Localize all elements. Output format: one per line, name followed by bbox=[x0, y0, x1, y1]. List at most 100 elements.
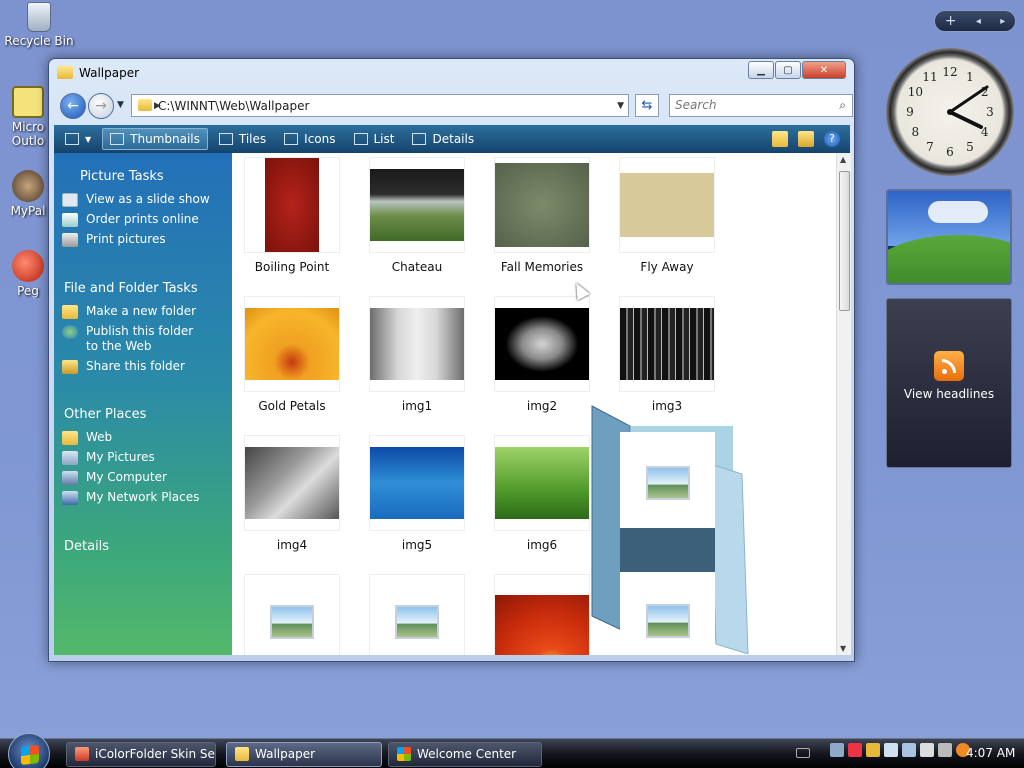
thumbnail-label: img4 bbox=[276, 538, 308, 552]
details-title[interactable]: Details bbox=[54, 539, 232, 554]
tiles-view-button[interactable]: Tiles bbox=[212, 128, 273, 150]
view-headlines-label[interactable]: View headlines bbox=[887, 387, 1011, 401]
details-view-button[interactable]: Details bbox=[405, 128, 481, 150]
make-new-folder-link[interactable]: Make a new folder bbox=[54, 304, 232, 319]
picture-tasks-title[interactable]: Picture Tasks bbox=[54, 169, 232, 184]
thumbnail-item[interactable] bbox=[244, 574, 340, 655]
thumbnail-frame bbox=[494, 574, 590, 655]
thumbnail-item[interactable]: img2 bbox=[494, 296, 590, 413]
thumbnail-item[interactable]: Gold Petals bbox=[244, 296, 340, 413]
language-tray-icon[interactable] bbox=[938, 743, 952, 757]
image-file-icon bbox=[646, 466, 690, 500]
scroll-down-icon[interactable]: ▼ bbox=[840, 644, 846, 653]
share-folder-icon bbox=[62, 360, 78, 374]
scroll-up-icon[interactable]: ▲ bbox=[840, 155, 846, 164]
thumbnail-item[interactable]: Fall Memories bbox=[494, 157, 590, 274]
toolbar-right-group: ? bbox=[772, 131, 850, 147]
slideshow-gadget[interactable] bbox=[886, 189, 1012, 285]
order-prints-label: Order prints online bbox=[86, 212, 199, 226]
my-network-places-link[interactable]: My Network Places bbox=[54, 490, 232, 505]
search-input[interactable]: Search ⌕ bbox=[669, 94, 853, 117]
folder-tray-icon[interactable] bbox=[866, 743, 880, 757]
window-tray-icon[interactable] bbox=[902, 743, 916, 757]
thumbnails-view-button[interactable]: Thumbnails bbox=[102, 128, 208, 150]
maximize-button[interactable]: ▢ bbox=[775, 61, 801, 79]
close-button[interactable]: ✕ bbox=[802, 61, 846, 79]
rss-icon bbox=[934, 351, 964, 381]
my-network-places-label: My Network Places bbox=[86, 490, 200, 504]
clock-gadget[interactable]: 12 1 2 3 4 5 6 7 8 9 10 11 bbox=[886, 48, 1014, 176]
thumbnail-frame bbox=[494, 435, 590, 531]
search-icon[interactable]: ⌕ bbox=[839, 95, 846, 116]
order-prints-link[interactable]: Order prints online bbox=[54, 212, 232, 227]
desktop-icon-recycle-bin[interactable]: Recycle Bin bbox=[1, 2, 77, 48]
back-button[interactable]: ← bbox=[60, 93, 86, 119]
taskbar-item-label: iColorFolder Skin Sel... bbox=[95, 747, 215, 761]
thumbnail-item[interactable]: Chateau bbox=[369, 157, 465, 274]
clock-hands bbox=[947, 85, 989, 129]
taskbar-clock[interactable]: 4:07 AM bbox=[966, 746, 1015, 760]
file-folder-tasks-section: File and Folder Tasks Make a new folder … bbox=[54, 281, 232, 379]
thumbnail-frame bbox=[369, 157, 465, 253]
fall-memories-image bbox=[495, 163, 589, 247]
slide-show-link[interactable]: View as a slide show bbox=[54, 192, 232, 207]
recent-pages-dropdown-icon[interactable]: ▼ bbox=[117, 100, 124, 110]
thumbnail-item[interactable]: Fly Away bbox=[619, 157, 715, 274]
prev-gadget-icon[interactable]: ◂ bbox=[976, 16, 981, 27]
feed-headlines-gadget[interactable]: View headlines bbox=[886, 298, 1012, 468]
start-button[interactable] bbox=[8, 733, 50, 768]
thumbnail-item[interactable] bbox=[369, 574, 465, 655]
keyboard-icon[interactable] bbox=[796, 748, 810, 758]
slideshow-hill bbox=[888, 235, 1010, 283]
views-menu-button[interactable]: ▼ bbox=[58, 128, 98, 150]
thumbnail-item[interactable]: img1 bbox=[369, 296, 465, 413]
publish-folder-link[interactable]: Publish this folder to the Web bbox=[54, 324, 232, 354]
address-field[interactable]: ▶ C:\WINNT\Web\Wallpaper ▼ bbox=[131, 94, 629, 117]
network-tray-icon[interactable] bbox=[830, 743, 844, 757]
share-folder-link[interactable]: Share this folder bbox=[54, 359, 232, 374]
next-gadget-icon[interactable]: ▸ bbox=[1000, 16, 1005, 27]
breadcrumb-arrow-icon[interactable]: ▶ bbox=[154, 101, 161, 111]
taskbar: iColorFolder Skin Sel... Wallpaper Welco… bbox=[0, 733, 1024, 768]
slideshow-cloud bbox=[928, 201, 988, 223]
thumbnail-item[interactable]: img4 bbox=[244, 435, 340, 552]
help-icon[interactable]: ? bbox=[824, 131, 840, 147]
icons-view-button[interactable]: Icons bbox=[277, 128, 342, 150]
display-tray-icon[interactable] bbox=[884, 743, 898, 757]
minimize-button[interactable]: ▁ bbox=[748, 61, 774, 79]
thumbnail-item[interactable]: img5 bbox=[369, 435, 465, 552]
title-bar[interactable]: Wallpaper ▁ ▢ ✕ bbox=[49, 59, 854, 87]
folder-options-icon[interactable] bbox=[798, 131, 814, 147]
thumbnail-item[interactable] bbox=[494, 574, 590, 655]
image-file-icon bbox=[395, 605, 439, 639]
details-icon bbox=[412, 133, 427, 145]
taskbar-item-welcome-center[interactable]: Welcome Center bbox=[388, 742, 542, 767]
forward-button[interactable]: → bbox=[88, 93, 114, 119]
my-computer-link[interactable]: My Computer bbox=[54, 470, 232, 485]
thumbnail-frame bbox=[244, 574, 340, 655]
taskbar-item-label: Welcome Center bbox=[417, 747, 517, 761]
thumbnail-item[interactable]: img3 bbox=[619, 296, 715, 413]
web-link[interactable]: Web bbox=[54, 430, 232, 445]
add-gadget-icon[interactable]: + bbox=[945, 13, 957, 29]
thumbnail-label: img2 bbox=[526, 399, 558, 413]
volume-tray-icon[interactable] bbox=[920, 743, 934, 757]
back-arrow-icon: ← bbox=[67, 98, 79, 114]
file-folder-tasks-title[interactable]: File and Folder Tasks bbox=[54, 281, 232, 296]
vertical-scrollbar[interactable]: ▲ ▼ bbox=[836, 153, 851, 655]
my-pictures-link[interactable]: My Pictures bbox=[54, 450, 232, 465]
other-places-title[interactable]: Other Places bbox=[54, 407, 232, 422]
address-dropdown-icon[interactable]: ▼ bbox=[617, 101, 624, 111]
scrollbar-thumb[interactable] bbox=[839, 171, 850, 311]
thumbnail-item[interactable]: img6 bbox=[494, 435, 590, 552]
new-folder-icon[interactable] bbox=[772, 131, 788, 147]
print-pictures-link[interactable]: Print pictures bbox=[54, 232, 232, 247]
taskbar-item-wallpaper[interactable]: Wallpaper bbox=[226, 742, 382, 767]
my-pictures-label: My Pictures bbox=[86, 450, 155, 464]
thumbnail-item[interactable]: Boiling Point bbox=[244, 157, 340, 274]
refresh-button[interactable]: ⇆ bbox=[635, 94, 659, 117]
thumbnail-frame bbox=[494, 157, 590, 253]
list-view-button[interactable]: List bbox=[347, 128, 402, 150]
taskbar-item-icolorfolder[interactable]: iColorFolder Skin Sel... bbox=[66, 742, 216, 767]
security-tray-icon[interactable] bbox=[848, 743, 862, 757]
